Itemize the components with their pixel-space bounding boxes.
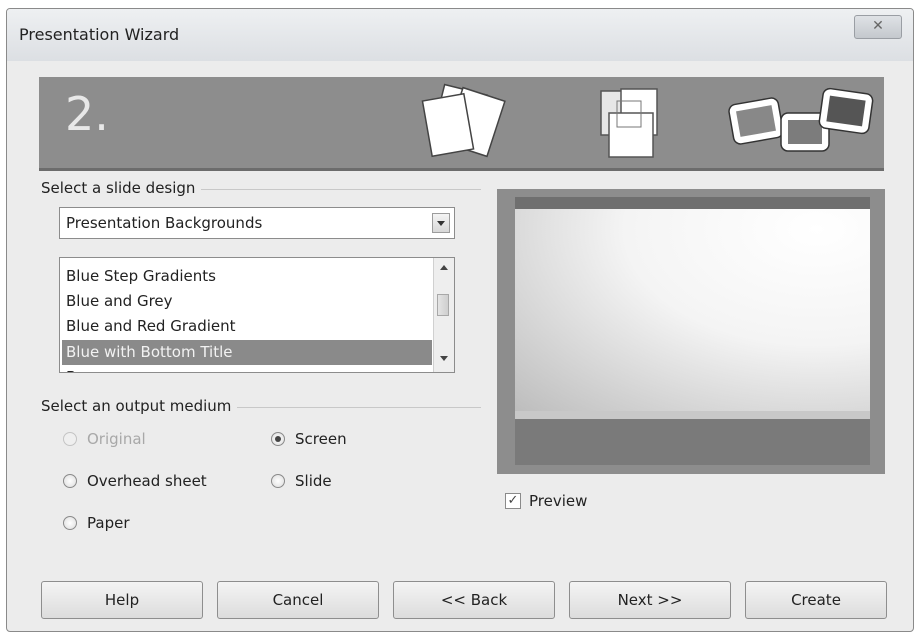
radio-circle[interactable] — [63, 474, 77, 488]
radio-circle[interactable] — [63, 516, 77, 530]
radio-label: Slide — [295, 472, 332, 490]
pages-icon — [421, 83, 506, 158]
slides-icon — [728, 87, 874, 152]
layout-frames-icon — [600, 88, 658, 158]
list-item[interactable]: Blue and Red Gradient — [62, 314, 432, 339]
list-scrollbar[interactable] — [433, 258, 454, 372]
scroll-up-icon[interactable] — [440, 265, 448, 270]
wizard-banner: 2. — [39, 77, 884, 171]
output-group-label: Select an output medium — [41, 397, 238, 415]
next-button[interactable]: Next >> — [569, 581, 731, 619]
radio-circle[interactable] — [271, 474, 285, 488]
preview-divider — [515, 411, 870, 419]
radio-label: Overhead sheet — [87, 472, 207, 490]
title-bar: Presentation Wizard ✕ — [7, 9, 913, 61]
design-category-value: Presentation Backgrounds — [66, 214, 263, 232]
radio-circle[interactable] — [63, 432, 77, 446]
radio-label: Original — [87, 430, 146, 448]
design-group-label: Select a slide design — [41, 179, 202, 197]
presentation-wizard-window: Presentation Wizard ✕ 2. Select a slide … — [6, 8, 914, 632]
help-button[interactable]: Help — [41, 581, 203, 619]
design-listbox[interactable]: Blue Step Gradients Blue and Grey Blue a… — [59, 257, 455, 373]
radio-label: Screen — [295, 430, 347, 448]
preview-checkbox[interactable]: ✓ — [505, 493, 521, 509]
step-number: 2. — [65, 87, 109, 141]
design-category-select[interactable]: Presentation Backgrounds — [59, 207, 455, 239]
scroll-thumb[interactable] — [437, 294, 449, 316]
list-item-selected[interactable]: Blue with Bottom Title — [62, 340, 432, 365]
radio-label: Paper — [87, 514, 130, 532]
close-button[interactable]: ✕ — [854, 15, 902, 39]
list-item[interactable]: Blue Step Gradients — [62, 264, 432, 289]
list-item[interactable]: Brown — [62, 365, 432, 372]
scroll-down-icon[interactable] — [440, 356, 448, 361]
slide-preview — [497, 189, 885, 474]
preview-title-band — [515, 419, 870, 465]
preview-checkbox-label: Preview — [529, 492, 588, 510]
chevron-down-icon[interactable] — [432, 213, 450, 233]
back-button[interactable]: << Back — [393, 581, 555, 619]
create-button[interactable]: Create — [745, 581, 887, 619]
list-item[interactable]: Blue and Grey — [62, 289, 432, 314]
window-title: Presentation Wizard — [19, 25, 180, 44]
cancel-button[interactable]: Cancel — [217, 581, 379, 619]
radio-circle[interactable] — [271, 432, 285, 446]
preview-top-band — [515, 197, 870, 209]
preview-slide-area — [515, 209, 870, 411]
